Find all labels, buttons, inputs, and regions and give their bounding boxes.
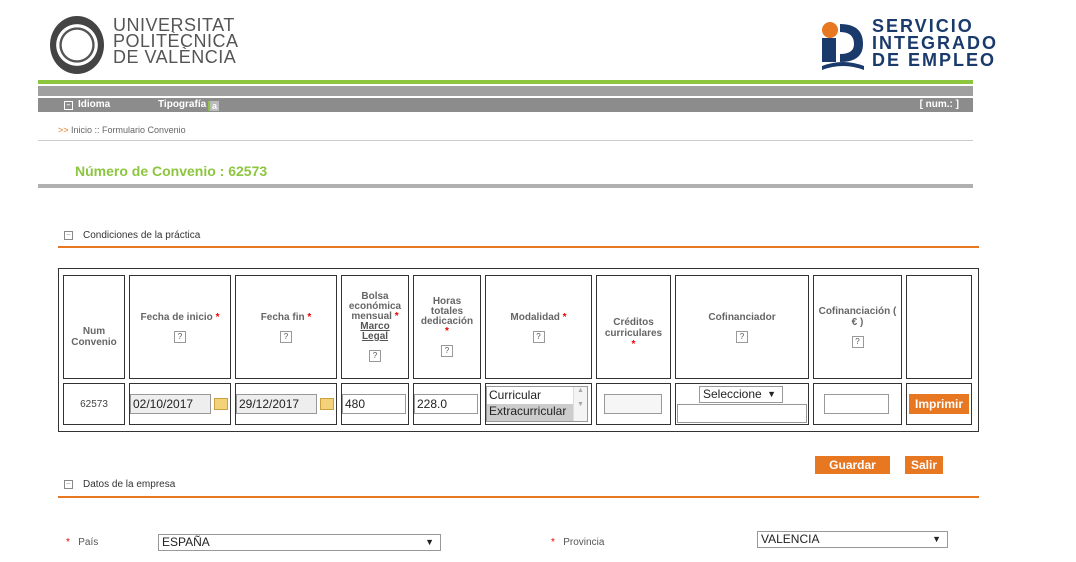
required-marker: * [215, 311, 220, 323]
breadcrumb-divider [38, 140, 973, 141]
upv-seal-logo [50, 16, 104, 74]
upv-line-3: DE VALÈNCIA [113, 47, 237, 67]
help-icon[interactable]: ? [736, 330, 748, 343]
cofinanciador-text-input[interactable] [677, 404, 807, 423]
collapse-icon: – [64, 230, 73, 240]
idioma-menu[interactable]: – Idioma [64, 99, 110, 110]
section-condiciones-header[interactable]: – Condiciones de la práctica [64, 230, 200, 241]
header-num-convenio: Num Convenio [63, 275, 125, 379]
header-horas: Horas totales dedicación * ? [413, 275, 481, 379]
font-size-large-button[interactable]: a [210, 101, 219, 111]
pais-select[interactable]: ESPAÑA ▼ [158, 534, 441, 551]
required-marker: * [562, 311, 567, 323]
sie-logo-text: SERVICIO INTEGRADO DE EMPLEO [872, 17, 998, 70]
header-cofinanciador-label: Cofinanciador [708, 311, 776, 323]
header-cofinanciador: Cofinanciador ? [675, 275, 809, 379]
header-modalidad: Modalidad * ? [485, 275, 592, 379]
pais-value: ESPAÑA [162, 535, 210, 549]
required-marker: * [66, 537, 70, 548]
required-marker: * [551, 537, 555, 548]
help-icon[interactable]: ? [174, 330, 186, 343]
idioma-label: Idioma [78, 99, 111, 110]
fecha-inicio-input[interactable]: 02/10/2017 [130, 394, 211, 414]
header-fecha-fin-label: Fecha fin [260, 311, 305, 323]
header-horas-label: Horas totales dedicación [420, 296, 474, 327]
title-divider [38, 184, 973, 188]
header-modalidad-label: Modalidad [510, 311, 560, 323]
header-num-convenio-label: Num Convenio [71, 326, 117, 348]
expand-icon: – [64, 101, 73, 110]
header-green-divider [38, 80, 973, 84]
header-bolsa-label: Bolsa económica mensual [348, 291, 402, 322]
header-creditos-label: Créditos curriculares [604, 316, 663, 339]
header-grey-band [38, 86, 973, 96]
header-cofinanciacion: Cofinanciación ( € ) ? [813, 275, 902, 379]
help-icon[interactable]: ? [532, 330, 545, 343]
header-fecha-inicio-label: Fecha de inicio [140, 311, 213, 323]
breadcrumb: >> Inicio :: Formulario Convenio [58, 125, 186, 135]
horas-input[interactable]: 228.0 [414, 394, 478, 414]
breadcrumb-text[interactable]: Inicio :: Formulario Convenio [71, 125, 186, 135]
collapse-icon: – [64, 479, 73, 489]
toolbar: –Idioma Tipografía aa [ num.: ] [38, 98, 973, 112]
modalidad-option-extracurricular[interactable]: Extracurricular [487, 404, 573, 421]
chevron-down-icon: ▼ [932, 534, 941, 544]
header-creditos: Créditos curriculares * [596, 275, 671, 379]
provincia-label: * Provincia [551, 537, 604, 548]
section-condiciones-title: Condiciones de la práctica [83, 230, 201, 241]
num-indicator: [ num.: ] [919, 99, 959, 110]
salir-button[interactable]: Salir [905, 456, 943, 474]
guardar-button[interactable]: Guardar [815, 456, 890, 474]
tipografia-label: Tipografía [158, 99, 207, 110]
modalidad-listbox[interactable]: Curricular Extracurricular ▲ ▼ [486, 386, 588, 422]
header-cofinanciacion-label: Cofinanciación ( € ) [818, 306, 897, 328]
cofinanciador-value: Seleccione [703, 387, 762, 401]
calendar-icon[interactable] [214, 398, 228, 410]
help-icon[interactable]: ? [369, 350, 381, 362]
header-empty [906, 275, 972, 379]
required-marker: * [394, 311, 399, 322]
chevron-down-icon: ▼ [767, 389, 776, 399]
cell-num-convenio: 62573 [63, 383, 125, 425]
creditos-input[interactable] [604, 394, 662, 414]
help-icon[interactable]: ? [441, 345, 453, 357]
cofinanciacion-input[interactable] [824, 394, 889, 414]
cofinanciador-select[interactable]: Seleccione ▼ [699, 386, 783, 403]
provincia-value: VALENCIA [761, 532, 820, 546]
calendar-icon[interactable] [320, 398, 334, 410]
breadcrumb-arrows: >> [58, 125, 69, 135]
header-bolsa: Bolsa económica mensual * Marco Legal ? [341, 275, 409, 379]
help-icon[interactable]: ? [851, 336, 864, 348]
section-empresa-title: Datos de la empresa [83, 479, 176, 490]
section-condiciones-divider [58, 246, 979, 248]
listbox-scrollbar[interactable]: ▲ ▼ [573, 387, 587, 421]
chevron-down-icon: ▼ [425, 537, 434, 547]
section-empresa-header[interactable]: – Datos de la empresa [64, 479, 175, 490]
pais-label: * País [66, 537, 98, 548]
upv-logo-text: UNIVERSITAT POLITÈCNICA DE VALÈNCIA [113, 16, 239, 67]
page-title: Número de Convenio : 62573 [75, 163, 268, 179]
required-marker: * [445, 326, 449, 337]
sie-line-3: DE EMPLEO [872, 50, 997, 70]
marco-legal-link[interactable]: Marco Legal [355, 322, 395, 342]
bolsa-input[interactable]: 480 [342, 394, 406, 414]
provincia-select[interactable]: VALENCIA ▼ [757, 531, 948, 548]
required-marker: * [631, 338, 636, 350]
imprimir-button[interactable]: Imprimir [909, 394, 969, 414]
header-fecha-fin: Fecha fin * ? [235, 275, 337, 379]
modalidad-option-curricular[interactable]: Curricular [489, 388, 541, 402]
fecha-fin-input[interactable]: 29/12/2017 [236, 394, 317, 414]
provincia-label-text: Provincia [563, 537, 605, 548]
help-icon[interactable]: ? [280, 330, 292, 343]
pais-label-text: País [78, 537, 99, 548]
required-marker: * [307, 311, 312, 323]
num-convenio-value: 62573 [80, 398, 108, 410]
header-fecha-inicio: Fecha de inicio * ? [129, 275, 231, 379]
sie-logo-icon [822, 22, 864, 70]
section-empresa-divider [58, 496, 979, 498]
